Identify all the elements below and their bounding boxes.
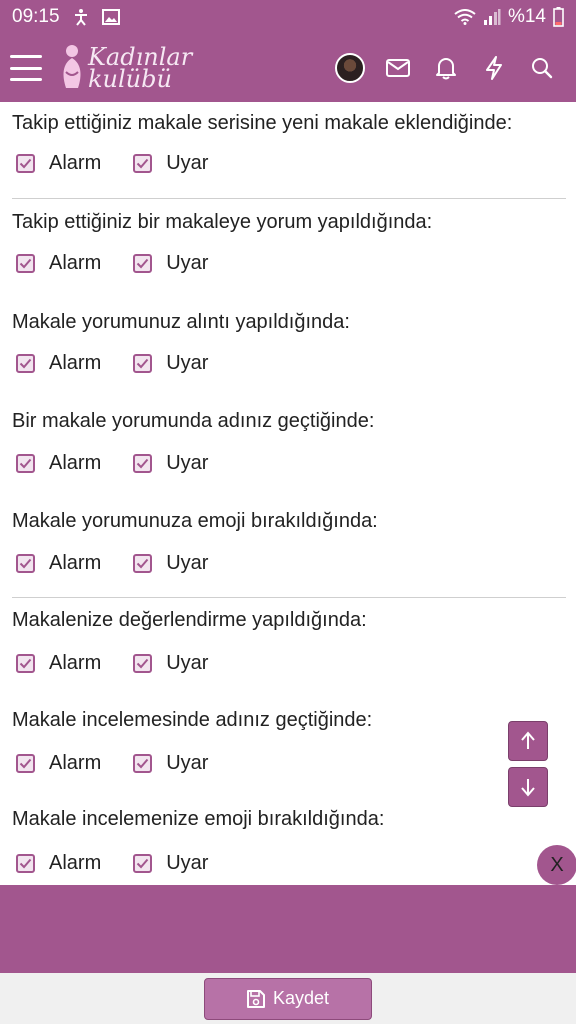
avatar[interactable] — [326, 44, 374, 92]
alarm-checkbox[interactable]: Alarm — [16, 652, 101, 675]
alarm-checkbox[interactable]: Alarm — [16, 152, 101, 175]
logo-line2: kulübü — [88, 65, 172, 93]
app-bar: Kadınlar kulübü — [0, 34, 576, 102]
preferences-list: Takip ettiğiniz makale serisine yeni mak… — [0, 102, 576, 885]
save-label: Kaydet — [272, 988, 330, 1008]
uyar-label: Uyar — [166, 252, 209, 274]
wifi-icon — [454, 9, 476, 25]
checkbox-checked-icon — [16, 454, 35, 473]
preference-title: Makalenize değerlendirme yapıldığında: — [12, 609, 367, 631]
save-button[interactable]: Kaydet — [204, 977, 372, 1020]
alarm-label: Alarm — [49, 752, 102, 774]
checkbox-checked-icon — [133, 854, 153, 873]
uyar-checkbox[interactable]: Uyar — [133, 152, 208, 175]
checkbox-checked-icon — [16, 154, 35, 173]
mail-icon[interactable] — [374, 44, 422, 92]
alarm-checkbox[interactable]: Alarm — [16, 752, 101, 775]
alarm-label: Alarm — [49, 452, 102, 474]
checkbox-checked-icon — [133, 554, 153, 573]
logo-figure-icon — [63, 45, 81, 88]
battery-icon — [553, 7, 564, 27]
checkbox-checked-icon — [133, 154, 153, 173]
close-button[interactable]: X — [537, 845, 576, 885]
uyar-checkbox[interactable]: Uyar — [133, 652, 208, 675]
checkbox-checked-icon — [16, 554, 35, 573]
close-label: X — [550, 853, 564, 876]
signal-icon — [483, 9, 501, 25]
alarm-checkbox[interactable]: Alarm — [16, 552, 101, 575]
footer-band — [0, 885, 576, 973]
uyar-label: Uyar — [166, 552, 209, 574]
image-icon — [101, 9, 120, 25]
alarm-label: Alarm — [49, 352, 102, 374]
divider — [12, 198, 566, 199]
preference-title: Takip ettiğiniz makale serisine yeni mak… — [12, 112, 513, 134]
uyar-label: Uyar — [166, 152, 209, 174]
uyar-label: Uyar — [166, 452, 209, 474]
arrow-down-icon — [521, 779, 535, 797]
uyar-checkbox[interactable]: Uyar — [133, 352, 208, 375]
status-time: 09:15 — [12, 6, 60, 27]
preference-title: Makale incelemenize emoji bırakıldığında… — [12, 808, 385, 830]
search-icon[interactable] — [518, 44, 566, 92]
uyar-checkbox[interactable]: Uyar — [133, 252, 208, 275]
bell-icon[interactable] — [422, 44, 470, 92]
battery-percent: %14 — [507, 6, 546, 27]
checkbox-checked-icon — [16, 854, 35, 873]
uyar-label: Uyar — [166, 352, 209, 374]
bolt-icon[interactable] — [470, 44, 518, 92]
menu-icon[interactable] — [10, 55, 42, 81]
preference-title: Makale incelemesinde adınız geçtiğinde: — [12, 709, 373, 731]
alarm-checkbox[interactable]: Alarm — [16, 852, 101, 875]
uyar-checkbox[interactable]: Uyar — [133, 852, 208, 875]
checkbox-checked-icon — [133, 254, 153, 273]
bottom-bar: Kaydet — [0, 973, 576, 1024]
alarm-label: Alarm — [49, 252, 102, 274]
checkbox-checked-icon — [16, 654, 35, 673]
checkbox-checked-icon — [133, 454, 153, 473]
checkbox-checked-icon — [16, 254, 35, 273]
uyar-checkbox[interactable]: Uyar — [133, 752, 208, 775]
divider — [12, 597, 566, 598]
preference-title: Makale yorumunuza emoji bırakıldığında: — [12, 510, 378, 532]
preference-title: Makale yorumunuz alıntı yapıldığında: — [12, 311, 350, 333]
status-bar: 09:15 %14 — [0, 0, 576, 34]
uyar-label: Uyar — [166, 852, 209, 874]
preference-title: Bir makale yorumunda adınız geçtiğinde: — [12, 410, 375, 432]
uyar-checkbox[interactable]: Uyar — [133, 452, 208, 475]
save-icon — [246, 989, 265, 1008]
checkbox-checked-icon — [133, 654, 153, 673]
alarm-label: Alarm — [49, 852, 102, 874]
alarm-label: Alarm — [49, 552, 102, 574]
accessibility-icon — [72, 8, 90, 26]
checkbox-checked-icon — [133, 754, 153, 773]
uyar-checkbox[interactable]: Uyar — [133, 552, 208, 575]
uyar-label: Uyar — [166, 652, 209, 674]
arrow-up-icon — [521, 731, 535, 749]
alarm-checkbox[interactable]: Alarm — [16, 452, 101, 475]
alarm-label: Alarm — [49, 652, 102, 674]
uyar-label: Uyar — [166, 752, 209, 774]
scroll-up-button[interactable] — [508, 721, 548, 761]
alarm-label: Alarm — [49, 152, 102, 174]
checkbox-checked-icon — [16, 354, 35, 373]
alarm-checkbox[interactable]: Alarm — [16, 252, 101, 275]
preference-title: Takip ettiğiniz bir makaleye yorum yapıl… — [12, 211, 433, 233]
checkbox-checked-icon — [16, 754, 35, 773]
scroll-down-button[interactable] — [508, 767, 548, 807]
alarm-checkbox[interactable]: Alarm — [16, 352, 101, 375]
checkbox-checked-icon — [133, 354, 153, 373]
site-logo[interactable]: Kadınlar kulübü — [58, 42, 192, 94]
